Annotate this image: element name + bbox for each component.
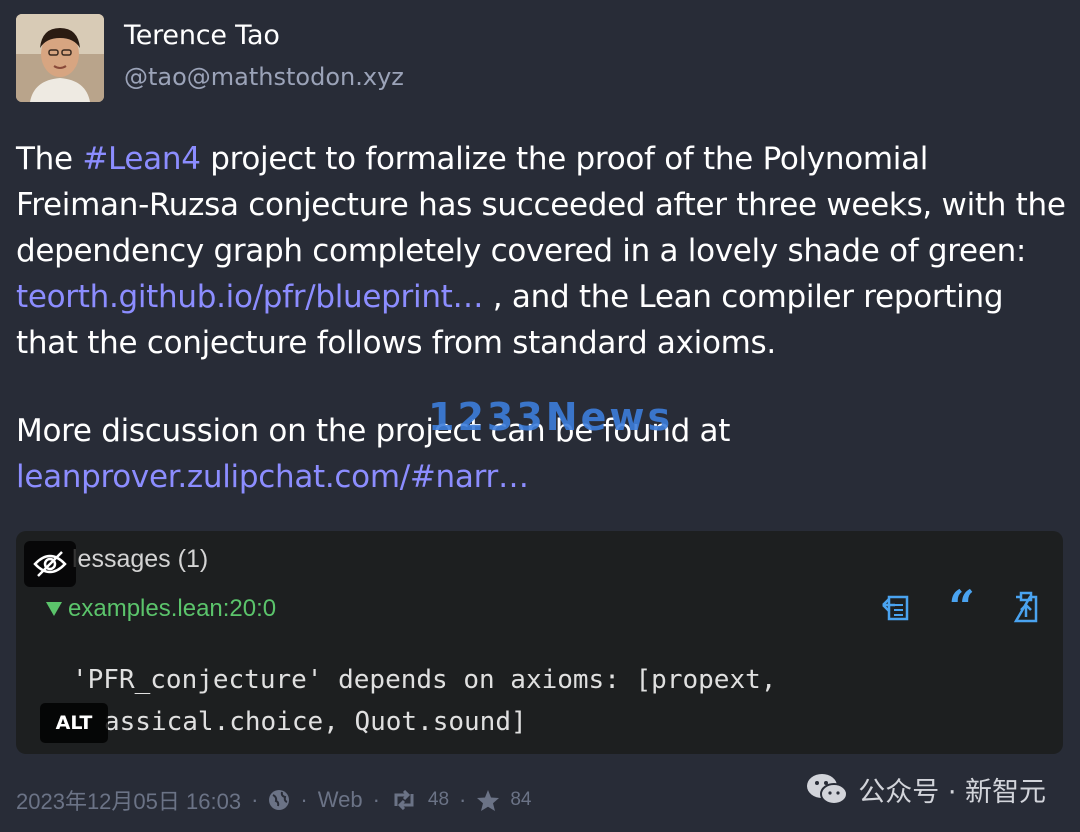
wechat-watermark: 公众号 · 新智元 <box>806 770 1046 809</box>
watermark-text: 1233News <box>428 395 674 439</box>
pin-icon[interactable] <box>1011 591 1041 623</box>
code-line: assical.choice, Quot.sound] <box>104 707 527 737</box>
display-name[interactable]: Terence Tao <box>124 20 280 51</box>
globe-icon <box>268 789 290 811</box>
blueprint-link[interactable]: teorth.github.io/pfr/blueprint… <box>16 279 484 315</box>
boost-icon[interactable] <box>390 790 418 810</box>
separator: · <box>372 787 380 812</box>
messages-header: lessages (1) <box>72 545 209 573</box>
media-attachment[interactable]: lessages (1) examples.lean:20:0 “ 'PFR_c… <box>16 531 1063 754</box>
avatar[interactable] <box>16 14 104 102</box>
code-line: 'PFR_conjecture' depends on axioms: [pro… <box>72 665 777 695</box>
separator: · <box>251 787 259 812</box>
status-meta: 2023年12月05日 16:03 · · Web · 48 · 84 <box>16 784 532 816</box>
wechat-icon <box>807 773 849 805</box>
file-location-label: examples.lean:20:0 <box>68 595 277 622</box>
application-name: Web <box>317 787 363 812</box>
lean-output: 'PFR_conjecture' depends on axioms: [pro… <box>72 659 776 743</box>
status-paragraph-1: The #Lean4 project to formalize the proo… <box>16 136 1066 366</box>
favourite-count: 84 <box>510 789 532 810</box>
expand-triangle-icon[interactable] <box>46 602 62 616</box>
separator: · <box>459 787 467 812</box>
avatar-image <box>16 14 104 102</box>
star-icon[interactable] <box>476 789 500 812</box>
status-content: The #Lean4 project to formalize the proo… <box>16 136 1066 500</box>
boost-count: 48 <box>427 789 450 810</box>
hide-media-button[interactable] <box>24 541 76 587</box>
message-toolbar: “ <box>879 584 1041 630</box>
quote-icon[interactable]: “ <box>949 584 975 630</box>
file-location-row[interactable]: examples.lean:20:0 <box>46 595 276 623</box>
status-text: The <box>16 141 83 177</box>
copy-icon[interactable] <box>879 591 913 623</box>
timestamp[interactable]: 2023年12月05日 16:03 <box>16 784 241 816</box>
account-handle[interactable]: @tao@mathstodon.xyz <box>124 63 404 91</box>
eye-slash-icon <box>33 551 67 577</box>
zulip-link[interactable]: leanprover.zulipchat.com/#narr… <box>16 459 529 495</box>
separator: · <box>300 787 308 812</box>
alt-text-badge[interactable]: ALT <box>40 703 108 743</box>
wechat-account-label: 公众号 · 新智元 <box>858 777 1046 808</box>
hashtag-link[interactable]: #Lean4 <box>82 141 201 177</box>
status-card: Terence Tao @tao@mathstodon.xyz The #Lea… <box>0 0 1080 832</box>
